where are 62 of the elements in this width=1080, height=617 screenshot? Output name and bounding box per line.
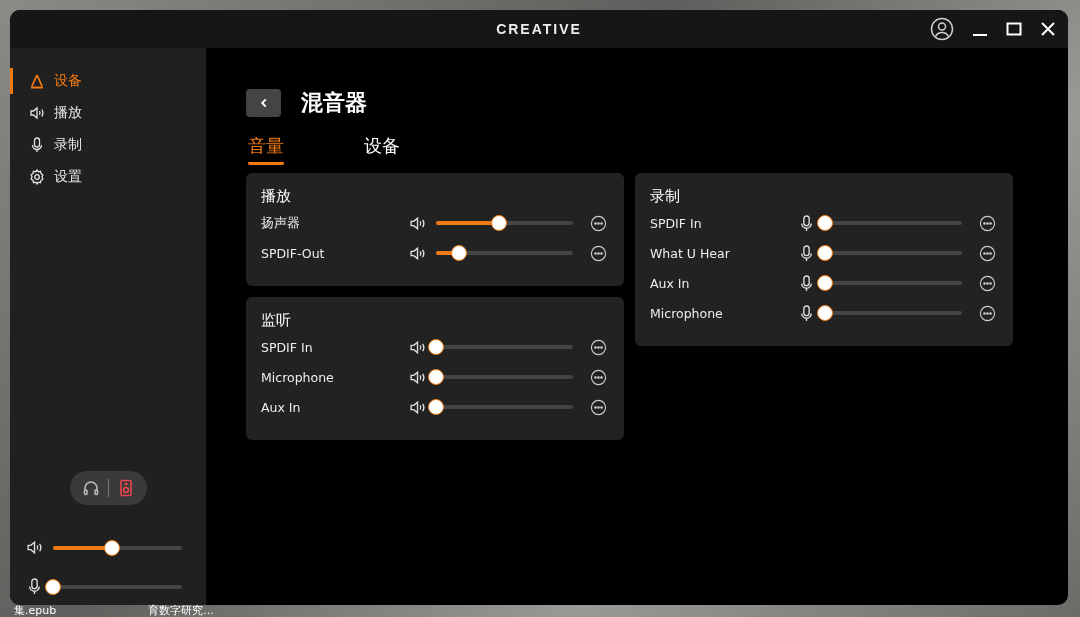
channel-name: Aux In — [650, 275, 691, 291]
sidebar-item[interactable]: 设备 — [10, 68, 90, 94]
speaker-icon[interactable] — [409, 244, 426, 262]
tab[interactable]: 音量 — [248, 134, 284, 165]
more-icon[interactable] — [590, 398, 607, 416]
microphone-icon[interactable] — [798, 274, 815, 292]
channel-name: SPDIF-Out — [261, 245, 326, 261]
microphone-icon[interactable] — [798, 244, 815, 262]
more-icon[interactable] — [590, 368, 607, 386]
settings-icon — [29, 169, 45, 185]
slider-thumb[interactable] — [817, 275, 833, 291]
more-icon[interactable] — [979, 244, 996, 262]
microphone-icon — [26, 578, 43, 595]
speaker-icon — [26, 539, 43, 556]
microphone-icon[interactable] — [798, 214, 815, 232]
triangle-icon — [29, 73, 45, 89]
slider-thumb[interactable] — [45, 578, 61, 595]
channel-name: 扬声器 — [261, 214, 301, 232]
desktop-icon-label[interactable]: 集.epub — [14, 605, 57, 617]
window-title: CREATIVE — [496, 21, 582, 37]
sidebar-item[interactable]: 播放 — [10, 100, 90, 126]
more-icon[interactable] — [590, 214, 607, 232]
card-title: 录制 — [650, 187, 681, 206]
more-icon[interactable] — [590, 244, 607, 262]
microphone-icon[interactable] — [798, 304, 815, 322]
slider-thumb[interactable] — [428, 339, 444, 355]
microphone-icon — [29, 137, 45, 153]
slider-thumb[interactable] — [817, 245, 833, 261]
more-icon[interactable] — [590, 338, 607, 356]
tab[interactable]: 设备 — [364, 134, 400, 165]
more-icon[interactable] — [979, 214, 996, 232]
slider-thumb[interactable] — [428, 399, 444, 415]
channel-name: What U Hear — [650, 245, 731, 261]
channel-name: Microphone — [650, 305, 724, 321]
account-icon[interactable] — [930, 17, 954, 41]
channel-name: SPDIF In — [261, 339, 314, 355]
slider-thumb[interactable] — [817, 215, 833, 231]
speaker-icon — [29, 105, 45, 121]
sidebar-item[interactable]: 设置 — [10, 164, 90, 190]
desktop-icon-label[interactable]: 育数字研究... — [148, 605, 214, 617]
slider-thumb[interactable] — [428, 369, 444, 385]
channel-name: Microphone — [261, 369, 335, 385]
headphones-icon[interactable] — [81, 479, 100, 497]
back-button[interactable] — [246, 89, 281, 117]
close-icon[interactable] — [1040, 21, 1056, 37]
speaker-icon[interactable] — [409, 338, 426, 356]
slider-thumb[interactable] — [491, 215, 507, 231]
sidebar-item[interactable]: 录制 — [10, 132, 90, 158]
speaker-icon[interactable] — [409, 368, 426, 386]
slider-thumb[interactable] — [451, 245, 468, 261]
card-title: 播放 — [261, 187, 292, 206]
channel-name: SPDIF In — [650, 215, 703, 231]
slider-thumb[interactable] — [817, 305, 833, 321]
slider-thumb[interactable] — [104, 539, 121, 556]
more-icon[interactable] — [979, 304, 996, 322]
channel-name: Aux In — [261, 399, 302, 415]
speaker-icon[interactable] — [409, 398, 426, 416]
more-icon[interactable] — [979, 274, 996, 292]
card-title: 监听 — [261, 311, 292, 330]
speaker-icon[interactable] — [409, 214, 426, 232]
maximize-icon[interactable] — [1006, 21, 1022, 37]
page-title: 混音器 — [301, 89, 367, 117]
